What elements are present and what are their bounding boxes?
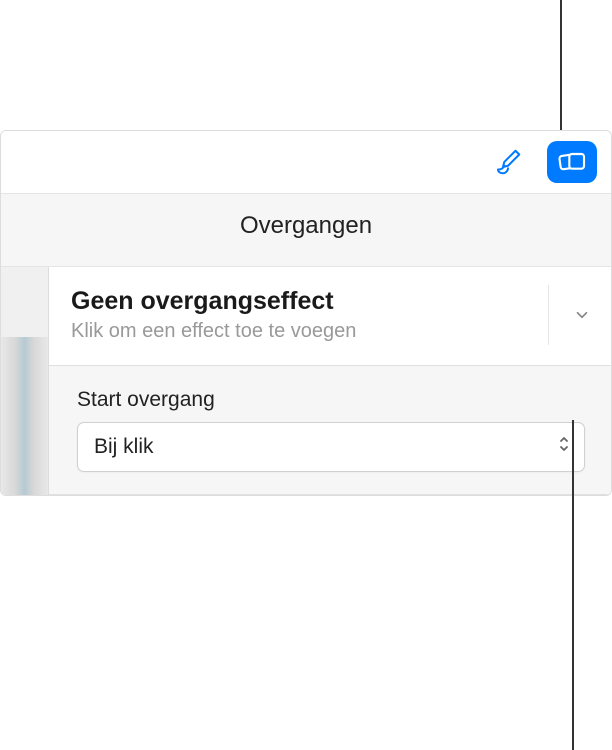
paintbrush-icon xyxy=(493,147,523,177)
content-area: Geen overgangseffect Klik om een effect … xyxy=(1,267,611,495)
format-tab-button[interactable] xyxy=(483,141,533,183)
effect-subtitle: Klik om een effect toe te voegen xyxy=(71,320,548,343)
start-transition-section: Start overgang Bij klik xyxy=(49,366,611,495)
start-transition-label: Start overgang xyxy=(77,388,585,412)
effect-text: Geen overgangseffect Klik om een effect … xyxy=(71,287,548,343)
updown-icon xyxy=(558,435,570,459)
callout-line-top xyxy=(560,0,562,130)
start-transition-select[interactable]: Bij klik xyxy=(77,422,585,472)
transition-effect-selector[interactable]: Geen overgangseffect Klik om een effect … xyxy=(49,267,611,366)
select-value: Bij klik xyxy=(94,435,154,458)
callout-line-bottom xyxy=(572,420,574,750)
effect-title: Geen overgangseffect xyxy=(71,287,548,316)
animate-icon xyxy=(556,146,588,178)
chevron-down-icon xyxy=(548,285,591,345)
panel-title: Overgangen xyxy=(1,193,611,267)
inspector-panel: Overgangen Geen overgangseffect Klik om … xyxy=(0,130,612,496)
inspector-toolbar xyxy=(1,131,611,193)
main-panel: Geen overgangseffect Klik om een effect … xyxy=(49,267,611,495)
animate-tab-button[interactable] xyxy=(547,141,597,183)
slide-thumbnail-strip xyxy=(1,267,49,495)
